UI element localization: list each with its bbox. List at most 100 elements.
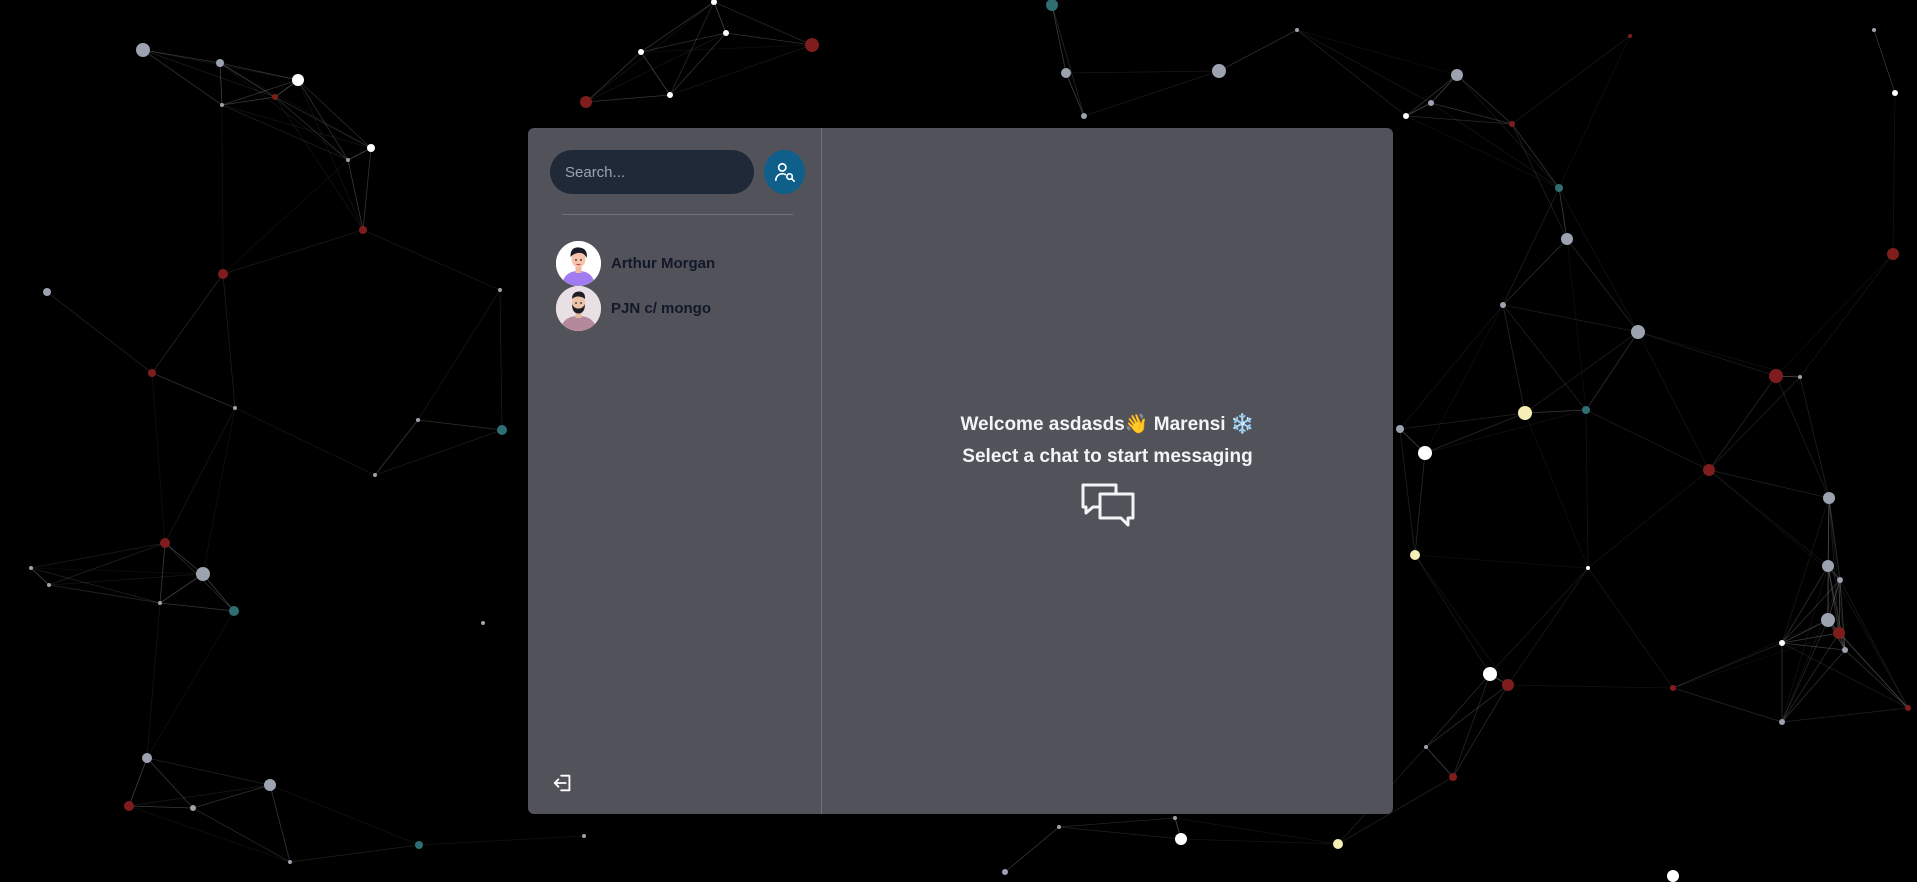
network-link <box>192 784 271 809</box>
network-link <box>585 32 727 103</box>
network-link <box>219 62 223 106</box>
network-node <box>1703 464 1715 476</box>
network-node <box>498 288 502 292</box>
avatar-female-icon <box>556 241 601 286</box>
network-link <box>46 291 153 374</box>
network-link <box>142 49 223 106</box>
network-node <box>1046 0 1058 11</box>
conversation-item-pjn-mongo[interactable]: PJN c/ mongo <box>550 286 805 331</box>
network-link <box>1585 331 1639 411</box>
network-link <box>1566 238 1639 333</box>
network-node <box>1631 325 1645 339</box>
network-link <box>418 835 585 846</box>
network-node <box>272 94 278 100</box>
network-link <box>222 229 364 275</box>
network-node <box>1061 68 1071 78</box>
network-link <box>146 610 235 759</box>
network-link <box>289 844 420 863</box>
network-node <box>1396 425 1404 433</box>
network-node <box>1173 816 1177 820</box>
network-link <box>417 289 501 421</box>
network-link <box>164 542 204 575</box>
network-link <box>1414 554 1509 686</box>
network-link <box>1637 331 1777 377</box>
search-button[interactable] <box>764 150 805 194</box>
network-link <box>221 79 299 106</box>
network-node <box>1212 64 1226 78</box>
network-link <box>151 273 224 374</box>
network-node <box>1822 560 1834 572</box>
network-link <box>1430 102 1560 189</box>
network-link <box>1414 554 1491 675</box>
network-node <box>1887 248 1899 260</box>
network-link <box>1405 115 1560 189</box>
network-link <box>1892 92 1896 255</box>
network-node <box>415 841 423 849</box>
network-node <box>1823 492 1835 504</box>
network-node <box>233 406 237 410</box>
network-node <box>1449 773 1457 781</box>
network-link <box>1524 331 1639 414</box>
search-row <box>550 150 805 194</box>
network-link <box>1672 642 1783 689</box>
network-link <box>1296 29 1458 76</box>
network-link <box>128 805 194 809</box>
network-node <box>47 583 51 587</box>
network-link <box>30 567 204 575</box>
network-node <box>1428 100 1434 106</box>
network-node <box>1837 577 1843 583</box>
network-node <box>1410 550 1420 560</box>
network-link <box>1585 409 1589 569</box>
network-node <box>216 59 224 67</box>
network-node <box>1418 446 1432 460</box>
network-link <box>1838 632 1909 709</box>
network-link <box>202 407 236 575</box>
network-node <box>805 38 819 52</box>
network-link <box>1672 632 1840 689</box>
network-link <box>1489 567 1589 675</box>
conversation-item-arthur-morgan[interactable]: Arthur Morgan <box>550 241 805 286</box>
network-node <box>148 369 156 377</box>
network-node <box>1057 825 1061 829</box>
network-link <box>1296 29 1432 104</box>
network-link <box>274 96 372 149</box>
network-link <box>1781 632 1840 644</box>
network-link <box>1799 376 1830 499</box>
network-link <box>1637 331 1710 471</box>
network-node <box>497 425 507 435</box>
network-link <box>297 79 364 231</box>
network-link <box>1218 29 1298 72</box>
network-link <box>222 159 349 275</box>
logout-button[interactable] <box>552 772 574 794</box>
network-link <box>374 429 503 476</box>
network-link <box>30 542 166 569</box>
user-search-icon <box>774 162 795 182</box>
network-link <box>669 44 813 96</box>
network-node <box>1667 870 1679 882</box>
network-link <box>1502 238 1568 306</box>
network-node <box>1002 869 1008 875</box>
network-link <box>269 784 420 846</box>
network-node <box>220 103 224 107</box>
network-link <box>1775 375 1830 499</box>
network-link <box>146 757 194 809</box>
network-link <box>1399 304 1504 430</box>
network-link <box>417 419 503 431</box>
network-link <box>128 757 148 807</box>
network-link <box>222 273 236 409</box>
network-link <box>499 289 503 431</box>
network-node <box>580 96 592 108</box>
network-link <box>1399 412 1526 430</box>
network-node <box>1509 121 1515 127</box>
network-node <box>264 779 276 791</box>
sidebar-divider <box>562 214 793 215</box>
message-container: Welcome asdasds👋 Marensi ❄️ Select a cha… <box>822 128 1393 814</box>
network-node <box>416 418 420 422</box>
network-link <box>221 104 372 149</box>
network-link <box>1083 70 1220 117</box>
network-link <box>1781 579 1841 644</box>
search-input[interactable] <box>550 150 754 194</box>
network-node <box>136 43 150 57</box>
network-link <box>1585 409 1710 471</box>
network-link <box>1566 238 1587 411</box>
